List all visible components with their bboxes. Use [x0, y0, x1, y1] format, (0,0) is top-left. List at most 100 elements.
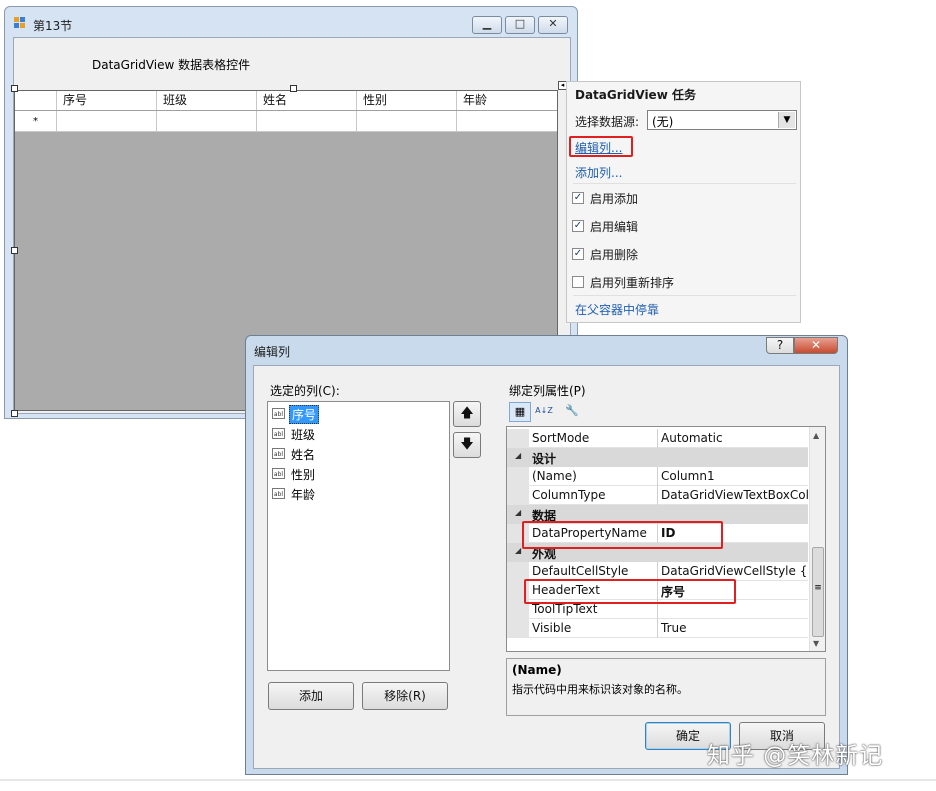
arrow-down-icon: 🡇 [460, 437, 474, 452]
close-button[interactable]: ✕ [538, 16, 568, 34]
help-button[interactable]: ? [766, 337, 794, 354]
list-item[interactable]: abl 姓名 [272, 445, 452, 463]
highlight-box [522, 521, 723, 549]
dialog-close-button[interactable]: ✕ [794, 337, 838, 354]
property-name: DefaultCellStyle [532, 564, 629, 578]
remove-button[interactable]: 移除(R) [362, 682, 448, 710]
property-value[interactable]: Column1 [661, 469, 715, 483]
property-category-label: 设计 [532, 452, 557, 466]
resize-handle[interactable] [11, 85, 18, 92]
minimize-icon: ▁ [482, 17, 492, 30]
property-name: ToolTipText [532, 602, 598, 616]
description-text: 指示代码中用来标识该对象的名称。 [512, 683, 688, 696]
edit-columns-dialog: 编辑列 ? ✕ 选定的列(C): abl 序号 abl 班级 abl 姓名 ab… [245, 335, 848, 775]
grid-column-header[interactable]: 性别 [356, 91, 456, 110]
enable-add-checkbox[interactable]: ✓ [572, 192, 584, 204]
scroll-thumb[interactable]: ≡ [812, 547, 824, 637]
datasource-label: 选择数据源: [575, 115, 640, 129]
form-title: 第13节 [33, 19, 73, 33]
form-heading-label: DataGridView 数据表格控件 [92, 58, 251, 72]
list-item[interactable]: abl 年龄 [272, 485, 452, 503]
grid-cell[interactable] [456, 111, 557, 132]
enable-reorder-checkbox[interactable] [572, 276, 584, 288]
arrow-up-icon: 🡅 [460, 406, 474, 421]
minimize-button[interactable]: ▁ [472, 16, 502, 34]
resize-handle[interactable] [290, 85, 297, 92]
textbox-column-icon: abl [272, 488, 285, 499]
divider [573, 183, 796, 184]
grid-header-row: 序号 班级 姓名 性别 年龄 [15, 91, 557, 111]
resize-handle[interactable] [11, 247, 18, 254]
property-divider [657, 467, 658, 486]
resize-handle[interactable] [11, 410, 18, 417]
divider [0, 779, 936, 781]
property-value[interactable]: True [661, 621, 687, 635]
scroll-down-icon[interactable]: ▼ [813, 639, 819, 648]
property-row[interactable]: Visible True [507, 619, 808, 638]
list-item-label: 姓名 [291, 448, 316, 462]
alphabetical-view-button[interactable]: A↓Z [533, 402, 555, 422]
property-row[interactable]: ColumnType DataGridViewTextBoxColumn [507, 486, 825, 505]
property-value[interactable]: DataGridViewTextBoxColumn [661, 488, 825, 502]
grid-cell[interactable] [156, 111, 256, 132]
form-app-icon [14, 17, 26, 29]
maximize-button[interactable]: □ [505, 16, 535, 34]
scroll-up-icon[interactable]: ▲ [813, 431, 819, 440]
grid-cell[interactable] [56, 111, 156, 132]
property-divider [657, 619, 658, 638]
highlight-box [524, 579, 736, 604]
property-row[interactable]: SortMode Automatic [507, 429, 808, 448]
textbox-column-icon: abl [272, 428, 285, 439]
collapse-triangle-icon[interactable]: ◢ [515, 508, 521, 517]
tasks-panel-title: DataGridView 任务 [575, 88, 696, 102]
grid-column-header[interactable]: 姓名 [256, 91, 356, 110]
grid-column-header[interactable]: 班级 [156, 91, 256, 110]
list-item[interactable]: abl 序号 [272, 405, 452, 424]
property-value[interactable]: Automatic [661, 431, 723, 445]
grid-corner-cell[interactable] [15, 91, 56, 110]
categorized-view-button[interactable]: ▦ [509, 402, 531, 422]
property-row[interactable]: (Name) Column1 [507, 467, 808, 486]
enable-delete-checkbox[interactable]: ✓ [572, 248, 584, 260]
enable-delete-label: 启用删除 [590, 248, 639, 262]
wrench-icon: 🔧 [565, 404, 579, 417]
dock-in-parent-link[interactable]: 在父容器中停靠 [575, 301, 659, 318]
move-down-button[interactable]: 🡇 [453, 432, 481, 458]
enable-edit-checkbox[interactable]: ✓ [572, 220, 584, 232]
dropdown-arrow-icon[interactable]: ▼ [778, 112, 795, 128]
description-pane: (Name) 指示代码中用来标识该对象的名称。 [506, 658, 826, 716]
collapse-triangle-icon[interactable]: ◢ [515, 451, 521, 460]
list-item[interactable]: abl 班级 [272, 425, 452, 443]
collapse-triangle-icon[interactable]: ◢ [515, 546, 521, 555]
form-titlebar[interactable]: 第13节 ▁ □ ✕ [5, 7, 577, 35]
property-name: (Name) [532, 469, 577, 483]
grid-cell[interactable] [256, 111, 356, 132]
list-item-label: 班级 [291, 428, 316, 442]
move-up-button[interactable]: 🡅 [453, 401, 481, 427]
property-pages-button[interactable]: 🔧 [562, 402, 582, 422]
selected-columns-label: 选定的列(C): [270, 384, 340, 398]
grid-cell[interactable] [356, 111, 456, 132]
property-value[interactable]: DataGridViewCellStyle { } [661, 564, 819, 578]
maximize-icon: □ [514, 17, 526, 30]
grid-column-header[interactable]: 年龄 [456, 91, 557, 110]
property-row-gutter [507, 429, 529, 448]
datasource-dropdown[interactable]: (无) ▼ [647, 110, 797, 130]
grid-new-row[interactable]: * [15, 111, 557, 132]
add-column-link[interactable]: 添加列... [575, 164, 622, 181]
enable-edit-label: 启用编辑 [590, 220, 639, 234]
list-item[interactable]: abl 性别 [272, 465, 452, 483]
property-divider [657, 429, 658, 448]
help-icon: ? [776, 338, 784, 352]
property-name: SortMode [532, 431, 590, 445]
add-button[interactable]: 添加 [268, 682, 354, 710]
selected-columns-list[interactable]: abl 序号 abl 班级 abl 姓名 abl 性别 abl 年龄 [267, 401, 450, 671]
property-grid-scrollbar[interactable]: ▲ ≡ ▼ [809, 427, 825, 651]
grid-column-header[interactable]: 序号 [56, 91, 156, 110]
property-row-gutter [507, 467, 529, 486]
property-category-row[interactable]: ◢ 设计 [507, 448, 808, 467]
watermark: 知乎 @笑林新记 [707, 743, 884, 769]
property-divider [657, 486, 658, 505]
grid-row-header[interactable]: * [15, 111, 56, 132]
close-icon: ✕ [548, 17, 558, 30]
